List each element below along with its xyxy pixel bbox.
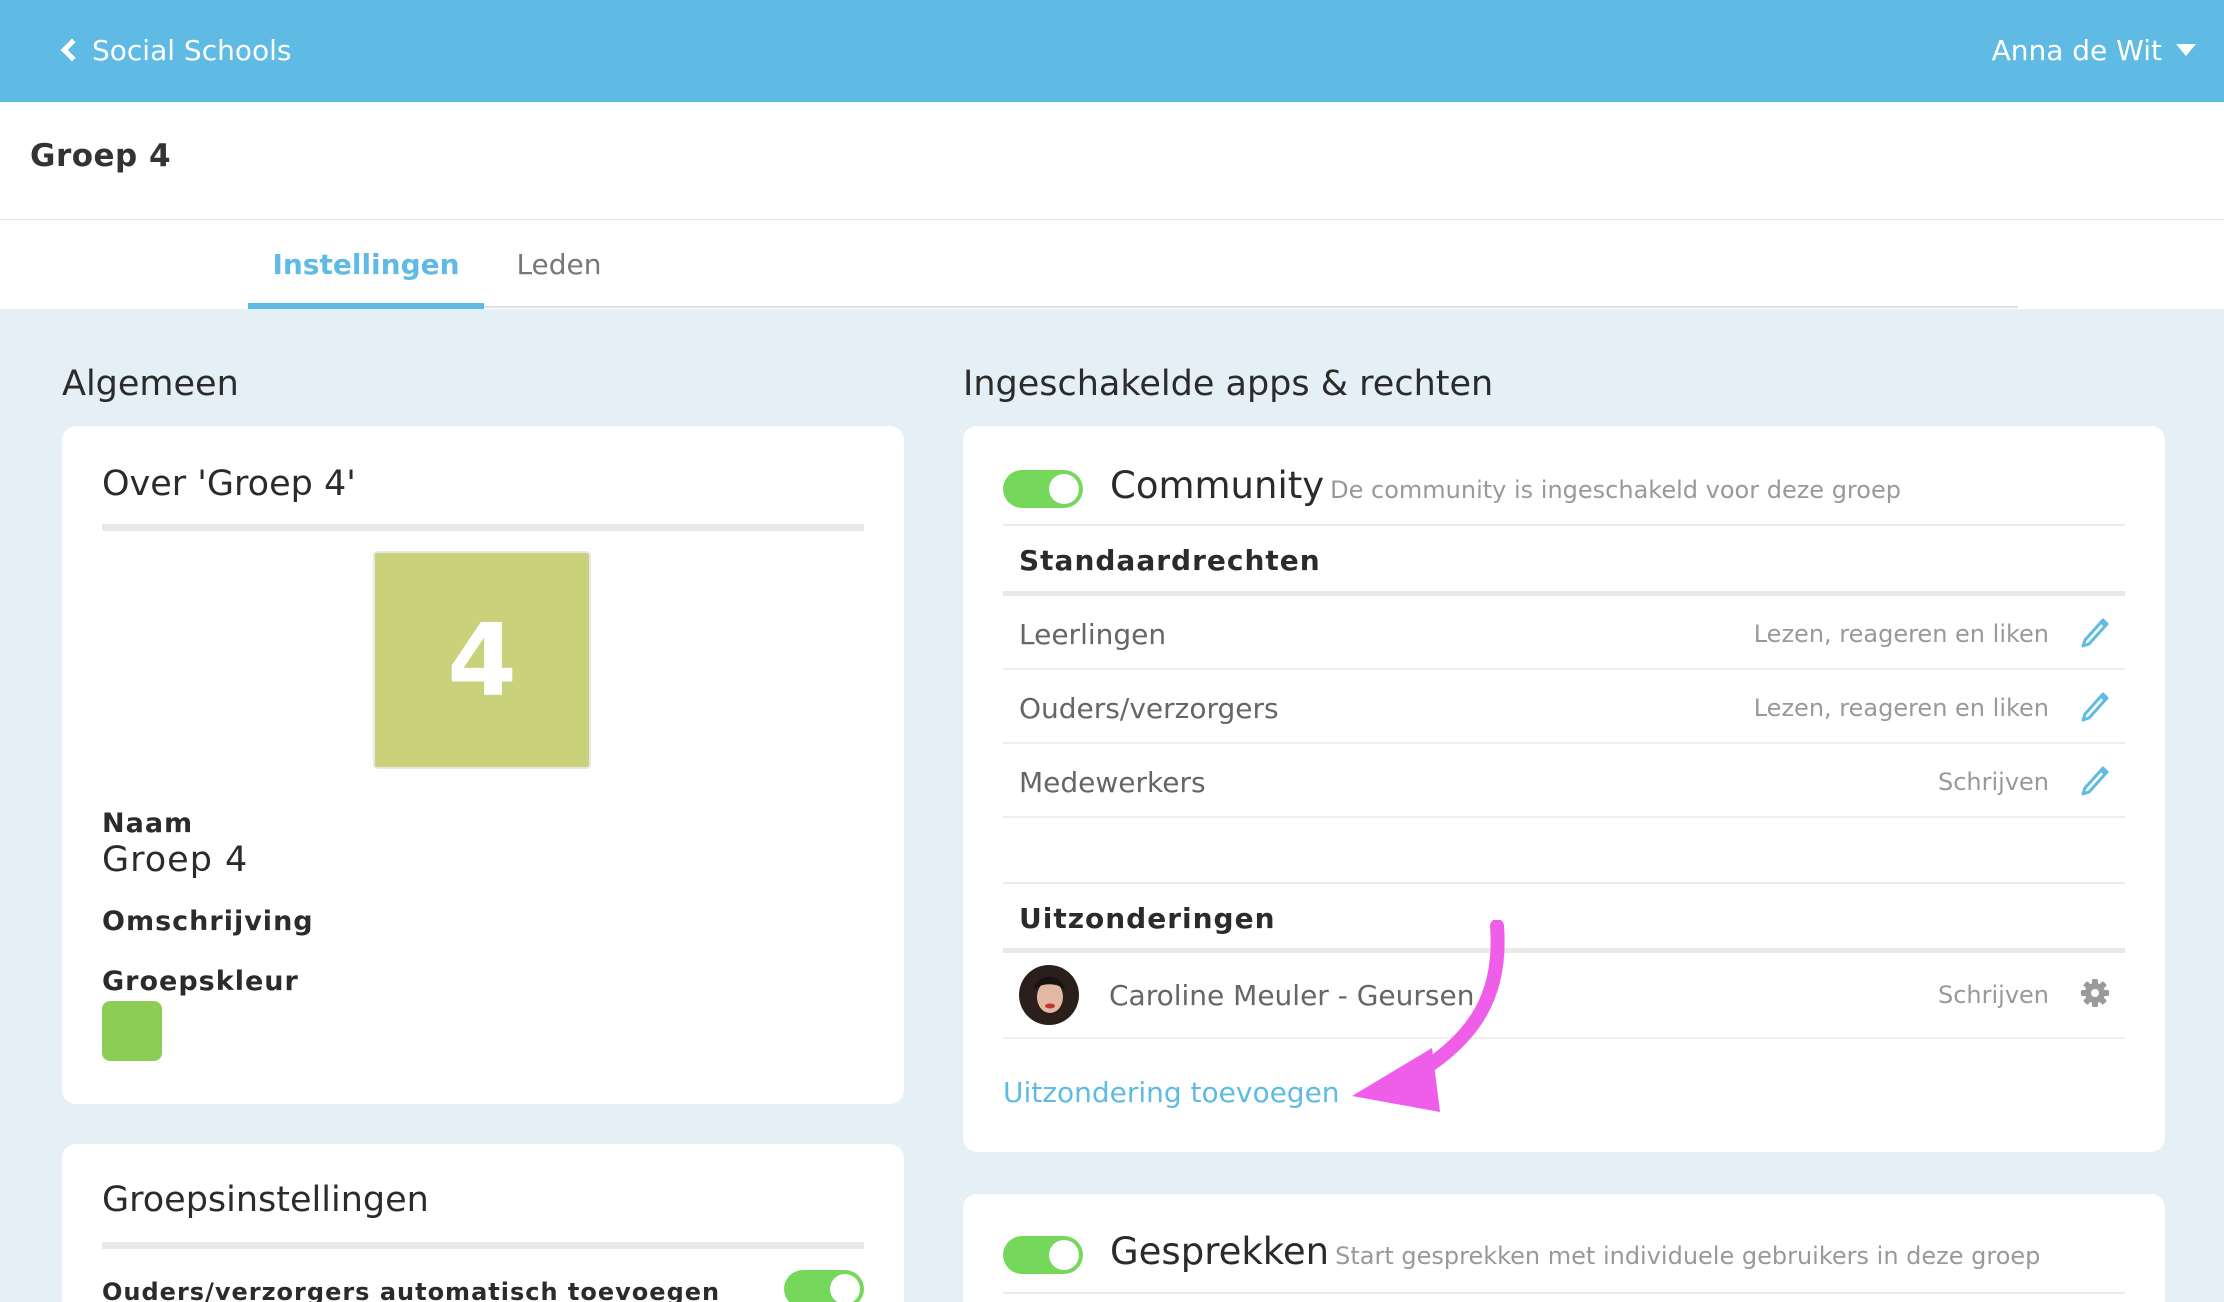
rights-role: Ouders/verzorgers xyxy=(1019,692,1279,725)
group-settings-card: Groepsinstellingen Ouders/verzorgers aut… xyxy=(62,1144,904,1302)
community-title-text: Community xyxy=(1110,464,1325,507)
rights-row-leerlingen: Leerlingen Lezen, reageren en liken xyxy=(1003,596,2125,670)
card-divider xyxy=(1003,1292,2125,1294)
community-toggle[interactable] xyxy=(1003,470,1083,508)
conversations-title: Gesprekken Start gesprekken met individue… xyxy=(1110,1230,2040,1273)
standard-rights-heading: Standaardrechten xyxy=(1019,544,1321,577)
name-value: Groep 4 xyxy=(102,840,249,880)
chevron-left-icon xyxy=(60,38,84,62)
section-heading-apps: Ingeschakelde apps & rechten xyxy=(963,364,1494,404)
page-header: Groep 4 xyxy=(0,102,2224,220)
back-link[interactable]: Social Schools xyxy=(58,28,291,72)
conversations-description: Start gesprekken met individuele gebruik… xyxy=(1335,1242,2041,1270)
pencil-icon[interactable] xyxy=(2079,612,2111,648)
tab-leden[interactable]: Leden xyxy=(504,220,614,309)
exception-permission: Schrijven xyxy=(1937,981,2049,1009)
card-divider xyxy=(1003,882,2125,884)
section-heading-general: Algemeen xyxy=(62,364,239,404)
tab-instellingen[interactable]: Instellingen xyxy=(248,220,484,309)
group-settings-title: Groepsinstellingen xyxy=(102,1180,429,1220)
exceptions-heading: Uitzonderingen xyxy=(1019,902,1276,935)
active-tab-indicator xyxy=(248,303,484,309)
user-avatar-image xyxy=(1019,965,1079,1025)
rights-permission: Lezen, reageren en liken xyxy=(1753,694,2049,722)
rights-permission: Schrijven xyxy=(1937,768,2049,796)
conversations-card: Gesprekken Start gesprekken met individue… xyxy=(963,1194,2165,1302)
community-card: Community De community is ingeschakeld vo… xyxy=(963,426,2165,1152)
group-color-label: Groepskleur xyxy=(102,966,299,997)
card-divider xyxy=(1003,524,2125,526)
pencil-icon[interactable] xyxy=(2079,760,2111,796)
page-title: Groep 4 xyxy=(30,138,172,174)
card-divider xyxy=(102,524,864,531)
rights-row-medewerkers: Medewerkers Schrijven xyxy=(1003,744,2125,818)
group-avatar: 4 xyxy=(373,551,591,769)
conversations-title-text: Gesprekken xyxy=(1110,1230,1330,1273)
card-divider xyxy=(102,1242,864,1249)
conversations-toggle[interactable] xyxy=(1003,1236,1083,1274)
toggle-knob xyxy=(830,1274,860,1302)
about-group-card: Over 'Groep 4' 4 Naam Groep 4 Omschrijvi… xyxy=(62,426,904,1104)
auto-add-label: Ouders/verzorgers automatisch toevoegen xyxy=(102,1278,721,1302)
add-exception-link[interactable]: Uitzondering toevoegen xyxy=(1003,1076,1340,1109)
toggle-knob xyxy=(1049,1240,1079,1270)
pencil-icon[interactable] xyxy=(2079,686,2111,722)
community-description: De community is ingeschakeld voor deze g… xyxy=(1330,476,1901,504)
group-avatar-number: 4 xyxy=(447,601,517,719)
group-color-swatch[interactable] xyxy=(102,1001,162,1061)
rights-row-ouders: Ouders/verzorgers Lezen, reageren en lik… xyxy=(1003,670,2125,744)
annotation-arrow-icon xyxy=(1352,920,1505,1112)
auto-add-toggle[interactable] xyxy=(784,1270,864,1302)
rights-role: Medewerkers xyxy=(1019,766,1206,799)
tab-bar: Instellingen Leden xyxy=(0,220,2224,309)
description-label: Omschrijving xyxy=(102,906,314,937)
toggle-knob xyxy=(1049,474,1079,504)
tab-instellingen-label: Instellingen xyxy=(272,248,460,281)
name-label: Naam xyxy=(102,808,194,839)
user-avatar xyxy=(1019,965,1079,1025)
community-title: Community De community is ingeschakeld vo… xyxy=(1110,464,1901,507)
top-bar: Social Schools Anna de Wit xyxy=(0,0,2224,102)
back-link-label: Social Schools xyxy=(92,33,292,67)
user-name: Anna de Wit xyxy=(1991,33,2162,67)
rights-role: Leerlingen xyxy=(1019,618,1167,651)
rights-permission: Lezen, reageren en liken xyxy=(1753,620,2049,648)
caret-down-icon xyxy=(2176,44,2196,56)
about-card-title: Over 'Groep 4' xyxy=(102,464,356,504)
user-menu[interactable]: Anna de Wit xyxy=(1992,28,2196,72)
tab-leden-label: Leden xyxy=(516,248,602,281)
gear-icon[interactable] xyxy=(2079,977,2111,1009)
exception-row: Caroline Meuler - Geursen Schrijven xyxy=(1003,953,2125,1039)
